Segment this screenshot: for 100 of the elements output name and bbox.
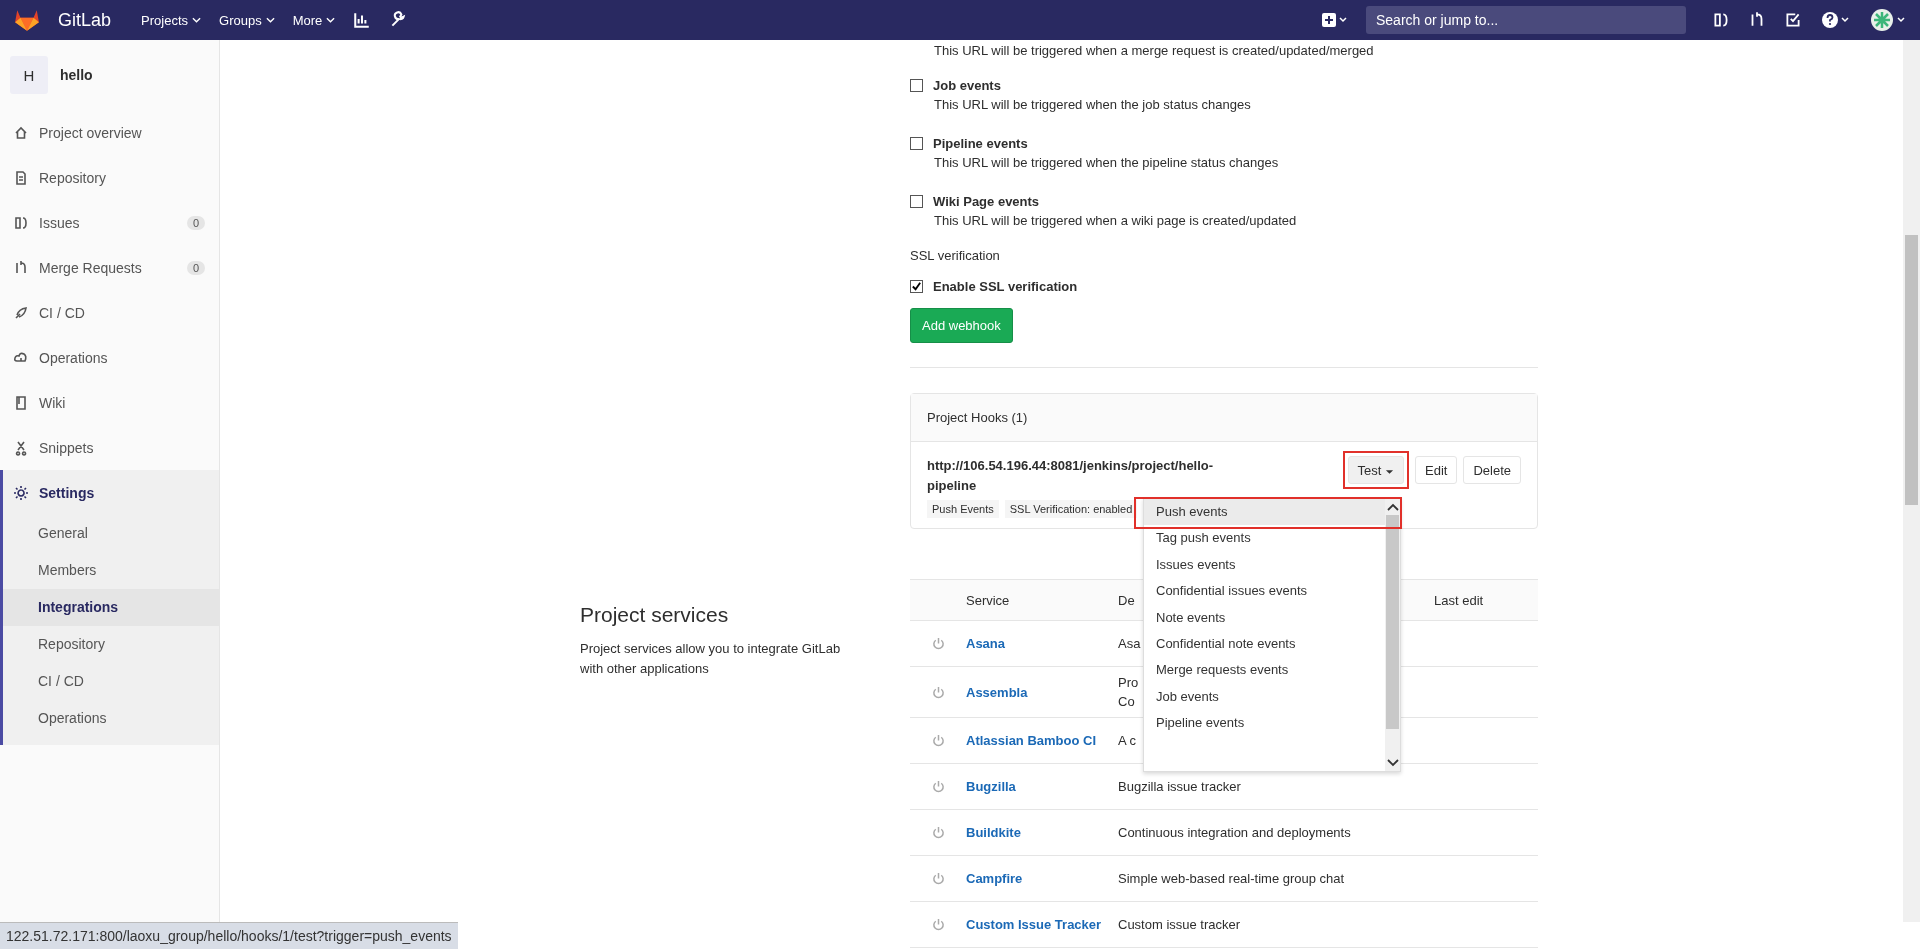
section-title: Project services: [580, 603, 730, 627]
service-link[interactable]: Campfire: [966, 871, 1023, 886]
checkbox[interactable]: [910, 78, 923, 92]
gear-icon: [13, 484, 29, 501]
page-scrollbar[interactable]: [1903, 40, 1920, 922]
table-cell-text: Pro Co: [1118, 674, 1139, 711]
dropdown-item[interactable]: Confidential note events: [1144, 630, 1385, 658]
column-header: Service: [966, 592, 1011, 608]
checkbox[interactable]: [910, 279, 923, 293]
rocket-icon: [13, 304, 29, 321]
brand-link[interactable]: GitLab: [58, 9, 112, 31]
sidebar-item[interactable]: Project overview: [3, 110, 219, 155]
hook-action-button[interactable]: Edit: [1415, 456, 1458, 484]
chevron-down-icon: [326, 17, 336, 23]
service-link[interactable]: Custom Issue Tracker: [966, 917, 1102, 932]
power-icon: [931, 780, 945, 793]
column-header: Last edit: [1434, 592, 1485, 608]
sidebar-subitem[interactable]: General: [3, 515, 219, 552]
test-dropdown-button[interactable]: Test: [1347, 456, 1404, 484]
sidebar-item[interactable]: Issues 0: [3, 200, 219, 245]
table-cell-text: Asa: [1118, 635, 1141, 653]
project-name[interactable]: hello: [60, 67, 93, 83]
sidebar-subitem[interactable]: Integrations: [3, 589, 219, 626]
checkbox-label: Enable SSL verification: [933, 278, 1078, 294]
sidebar-subitem[interactable]: CI / CD: [3, 663, 219, 700]
service-link[interactable]: Buildkite: [966, 825, 1021, 840]
table-cell-text: Simple web-based real-time group chat: [1118, 870, 1345, 888]
chevron-down-icon: [192, 17, 201, 23]
count-badge: 0: [186, 260, 205, 275]
chevron-up-icon[interactable]: [1386, 503, 1399, 511]
sidebar-item[interactable]: CI / CD: [3, 290, 219, 335]
caret-down-icon: [1385, 468, 1394, 475]
avatar-icon[interactable]: [1870, 8, 1908, 32]
sidebar-item[interactable]: Repository: [3, 155, 219, 200]
chevron-down-icon[interactable]: [1386, 759, 1399, 767]
sidebar-subitem[interactable]: Members: [3, 552, 219, 589]
event-description: This URL will be triggered when the pipeline status changes: [934, 154, 1280, 172]
nav-menu[interactable]: Groups: [219, 12, 275, 28]
table-cell-text: A c: [1118, 732, 1137, 750]
sidebar-item[interactable]: Operations: [3, 335, 219, 380]
table-cell-text: Bugzilla issue tracker: [1118, 778, 1241, 796]
fox-logo-icon[interactable]: [14, 8, 40, 32]
checkbox-label: Pipeline events: [933, 135, 1028, 151]
power-icon: [931, 637, 945, 650]
todo-check-icon[interactable]: [1784, 11, 1802, 29]
power-icon: [931, 826, 945, 839]
issues-icon: [13, 214, 29, 231]
help-icon[interactable]: [1820, 11, 1852, 29]
checkbox-label: Wiki Page events: [933, 193, 1040, 209]
sidebar-item[interactable]: Merge Requests 0: [3, 245, 219, 290]
service-link[interactable]: Bugzilla: [966, 779, 1016, 794]
search-field[interactable]: Search or jump to...: [1366, 6, 1686, 34]
section-description: Project services allow you to integrate GitLab with other applications: [580, 640, 842, 678]
book-icon: [13, 394, 29, 411]
dropdown-scrollbar[interactable]: [1385, 499, 1400, 771]
sidebar-item[interactable]: Settings: [3, 470, 219, 515]
document-icon: [13, 169, 29, 186]
merge-request-icon: [13, 259, 29, 276]
dropdown-item[interactable]: Pipeline events: [1144, 710, 1385, 737]
section-label: SSL verification: [910, 248, 1001, 263]
event-description: This URL will be triggered when a merge request is created/updated/merged: [934, 42, 1375, 60]
hook-tag: Push Events: [927, 500, 999, 518]
dropdown-item[interactable]: Confidential issues events: [1144, 578, 1385, 605]
dropdown-item[interactable]: Job events: [1144, 683, 1385, 711]
dropdown-item[interactable]: Issues events: [1144, 551, 1385, 579]
dropdown-item[interactable]: Note events: [1144, 604, 1385, 631]
scissors-icon: [13, 439, 29, 456]
hook-url: http://106.54.196.44:8081/jenkins/project/hello-pipeline: [927, 457, 1215, 495]
project-avatar[interactable]: H: [10, 56, 48, 94]
checkbox-label: Job events: [933, 77, 1001, 93]
wrench-icon[interactable]: [389, 11, 408, 29]
dropdown-item[interactable]: Merge requests events: [1144, 657, 1385, 684]
count-badge: 0: [186, 215, 205, 230]
chevron-down-icon: [265, 17, 275, 23]
nav-menu[interactable]: Projects: [141, 12, 201, 28]
sidebar-subitem[interactable]: Operations: [3, 700, 219, 737]
power-icon: [931, 872, 945, 885]
power-icon: [931, 685, 945, 699]
hook-action-button[interactable]: Delete: [1463, 456, 1521, 484]
service-link[interactable]: Asana: [966, 636, 1006, 651]
dropdown-item[interactable]: Tag push events: [1144, 525, 1385, 552]
checkbox[interactable]: [910, 194, 923, 208]
hook-tag: SSL Verification: enabled: [1004, 500, 1138, 518]
table-cell-text: Continuous integration and deployments: [1118, 824, 1351, 842]
event-description: This URL will be triggered when the job status changes: [934, 96, 1252, 114]
bar-chart-icon[interactable]: [353, 11, 372, 29]
service-link[interactable]: Atlassian Bamboo CI: [966, 733, 1097, 748]
event-description: This URL will be triggered when a wiki page is created/updated: [934, 212, 1298, 230]
dropdown-item[interactable]: Push events: [1144, 499, 1385, 526]
plus-dropdown-icon[interactable]: [1322, 13, 1348, 27]
checkbox[interactable]: [910, 136, 923, 150]
sidebar-item[interactable]: Wiki: [3, 380, 219, 425]
sidebar-item[interactable]: Snippets: [3, 425, 219, 470]
power-icon: [931, 918, 945, 931]
nav-menu[interactable]: More: [292, 12, 336, 28]
house-icon: [13, 124, 29, 141]
service-link[interactable]: Assembla: [966, 684, 1028, 700]
power-icon: [931, 734, 945, 747]
sidebar-subitem[interactable]: Repository: [3, 626, 219, 663]
issues-icon[interactable]: [1712, 11, 1730, 29]
